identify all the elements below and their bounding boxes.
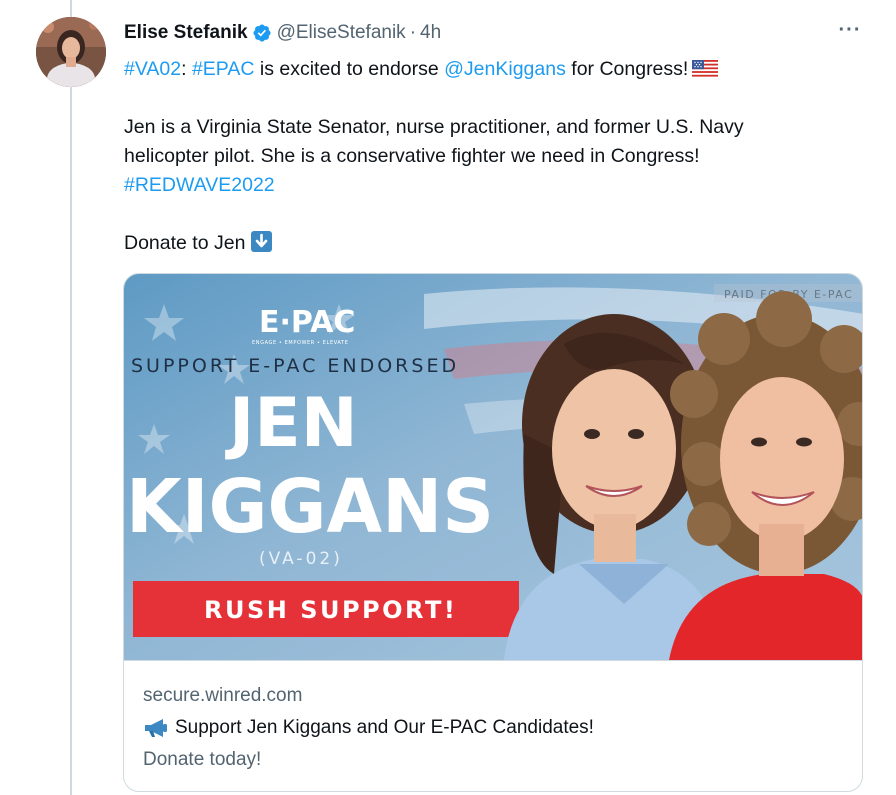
card-image[interactable]: PAID FOR BY E-PAC E·PAC ENGAGE • EMPOWER… (124, 274, 862, 660)
card-title: Support Jen Kiggans and Our E-PAC Candid… (175, 717, 594, 738)
for-congress-text: for Congress! (565, 58, 689, 80)
verified-badge-icon (253, 24, 271, 42)
separator-dot: · (409, 22, 417, 43)
link-card[interactable]: PAID FOR BY E-PAC E·PAC ENGAGE • EMPOWER… (123, 273, 863, 792)
megaphone-icon (145, 719, 167, 737)
us-flag-icon (692, 60, 719, 77)
card-footer[interactable]: secure.winred.com Support Jen Kiggans an… (124, 660, 862, 791)
timestamp[interactable]: 4h (420, 22, 441, 44)
candidate-first-name: JEN (225, 384, 358, 463)
donate-line: Donate to Jen (124, 229, 854, 258)
author-name[interactable]: Elise Stefanik (124, 22, 248, 44)
tweet-header: Elise Stefanik @EliseStefanik · 4h (124, 20, 441, 46)
epac-logo-tagline: ENGAGE • EMPOWER • ELEVATE (252, 340, 348, 346)
hashtag-va02[interactable]: #VA02 (124, 58, 181, 80)
ad-banner: PAID FOR BY E-PAC E·PAC ENGAGE • EMPOWER… (124, 274, 862, 660)
mention-jenkiggans[interactable]: @JenKiggans (444, 58, 566, 80)
down-arrow-icon (251, 231, 273, 252)
more-options-icon[interactable]: ··· (836, 20, 864, 44)
avatar-photo (36, 17, 106, 87)
hashtag-epac[interactable]: #EPAC (192, 58, 255, 80)
support-text: SUPPORT E-PAC ENDORSED (131, 355, 459, 377)
thread-line (70, 0, 72, 795)
donate-text: Donate to Jen (124, 232, 246, 254)
tweet-line-3: helicopter pilot. She is a conservative … (124, 145, 700, 167)
tweet-line-2: Jen is a Virginia State Senator, nurse p… (124, 116, 744, 138)
tweet-text: #VA02: #EPAC is excited to endorse @JenK… (124, 55, 854, 258)
epac-logo: E·PAC (259, 305, 355, 340)
endorse-text: is excited to endorse (254, 58, 445, 80)
candidate-last-name: KIGGANS (126, 464, 494, 550)
tweet-line-1: #VA02: #EPAC is excited to endorse @JenK… (124, 55, 854, 84)
card-description: Donate today! (143, 749, 262, 770)
avatar[interactable] (36, 17, 106, 87)
hashtag-redwave2022[interactable]: #REDWAVE2022 (124, 174, 275, 196)
card-title-row: Support Jen Kiggans and Our E-PAC Candid… (143, 717, 594, 739)
colon-text: : (181, 58, 187, 80)
rush-support-label: RUSH SUPPORT! (204, 596, 457, 624)
card-domain: secure.winred.com (143, 685, 303, 706)
district-text: (VA-02) (259, 549, 343, 569)
author-handle[interactable]: @EliseStefanik (277, 22, 406, 44)
